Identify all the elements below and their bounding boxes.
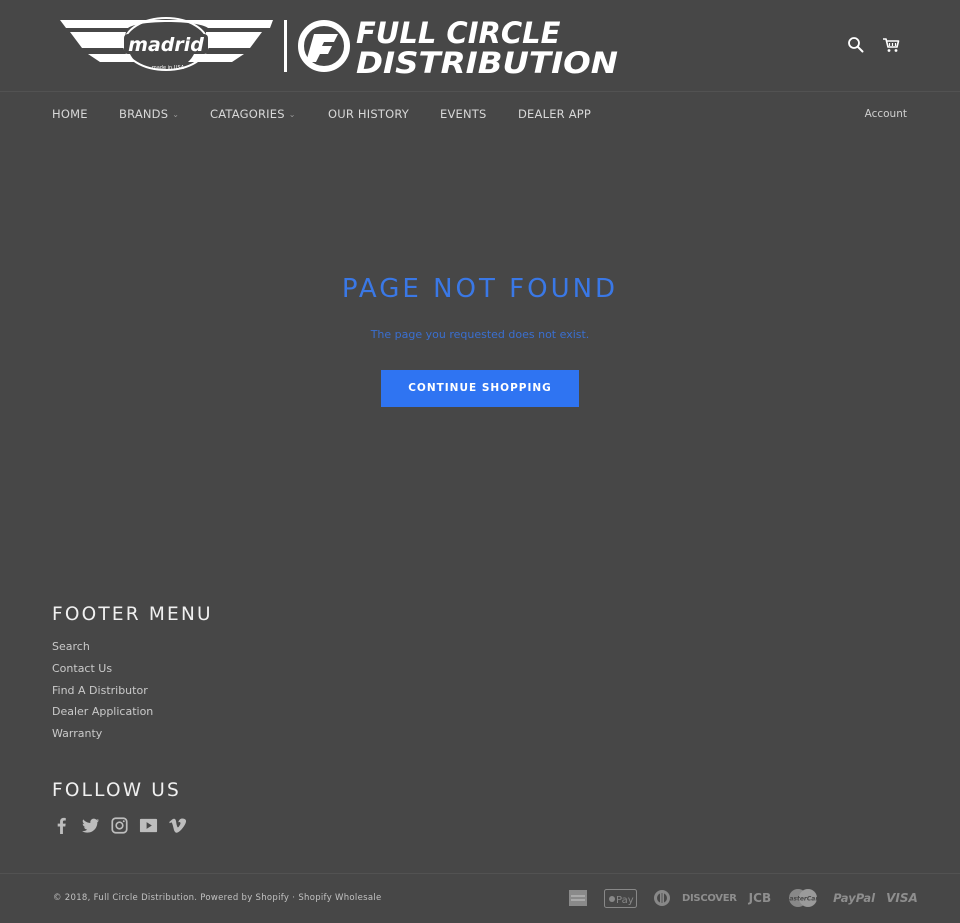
facebook-icon[interactable] [52,816,71,835]
twitter-icon[interactable] [81,816,100,835]
madrid-wordmark: madrid [128,34,204,56]
logo-line2: DISTRIBUTION [356,46,618,78]
page-title: PAGE NOT FOUND [341,274,619,304]
page-subtitle: The page you requested does not exist. [370,328,590,341]
mastercard-icon: MasterCard [787,889,819,907]
account-link[interactable]: Account [865,108,907,120]
apple-pay-icon: Pay [604,888,637,908]
copyright-prefix: © 2018, [53,893,91,903]
separator: · [292,893,296,903]
nav-label: EVENTS [440,107,487,121]
diners-club-icon [654,890,670,906]
instagram-icon[interactable] [110,816,129,835]
shopify-wholesale-link[interactable]: Shopify Wholesale [298,893,381,903]
nav-item-events[interactable]: EVENTS [440,107,487,121]
jcb-icon: JCB [748,891,772,905]
discover-icon: DISCOVER [682,892,737,904]
nav-label: DEALER APP [518,107,592,121]
footer-menu-title: FOOTER MENU [52,604,213,625]
footer-link-dealer-application[interactable]: Dealer Application [52,705,153,727]
continue-shopping-button[interactable]: CONTINUE SHOPPING [381,370,579,407]
vimeo-icon[interactable] [168,816,187,835]
logo-divider [284,20,287,72]
nav-label: HOME [52,107,88,121]
footer-divider [0,873,960,874]
social-links [52,816,187,835]
apple-pay-label: Pay [616,895,634,906]
footer-link-find-a-distributor[interactable]: Find A Distributor [52,684,153,706]
footer-link-search[interactable]: Search [52,640,153,662]
nav-label: BRANDS [119,107,169,121]
nav-item-dealer-app[interactable]: DEALER APP [518,107,591,121]
nav-label: CATAGORIES [210,107,285,121]
not-found-section: PAGE NOT FOUND The page you requested do… [0,270,960,407]
nav-label: OUR HISTORY [328,107,410,121]
nav-item-catagories[interactable]: CATAGORIES ⌄ [210,107,296,121]
company-link[interactable]: Full Circle Distribution [94,893,195,903]
chevron-down-icon: ⌄ [172,110,180,119]
site-header: madrid made in USA FULL CIRCLE DISTRIBUT… [0,0,960,92]
logo-line1: FULL CIRCLE [356,16,561,50]
main-nav: HOME BRANDS ⌄ CATAGORIES ⌄ OUR HISTORY EVE… [0,93,960,135]
nav-item-brands[interactable]: BRANDS ⌄ [119,107,179,121]
nav-item-home[interactable]: HOME [52,107,88,121]
chevron-down-icon: ⌄ [288,110,296,119]
mastercard-label: MasterCard [787,896,819,903]
copyright: © 2018, Full Circle Distribution. Powere… [53,893,382,903]
footer-menu: Search Contact Us Find A Distributor Dea… [52,640,153,749]
f-mark-icon [306,34,338,62]
payment-icons: Pay DISCOVER JCB MasterCard PayPal VISA [568,887,918,909]
cart-icon[interactable] [882,36,900,54]
follow-us-title: FOLLOW US [52,780,181,801]
youtube-icon[interactable] [139,816,158,835]
paypal-icon: PayPal [833,891,876,905]
powered-by-shopify-link[interactable]: Powered by Shopify [200,893,289,903]
footer-link-contact-us[interactable]: Contact Us [52,662,153,684]
site-logo[interactable]: madrid made in USA FULL CIRCLE DISTRIBUT… [58,14,620,78]
footer-link-warranty[interactable]: Warranty [52,727,153,749]
search-icon[interactable] [847,36,865,54]
nav-item-our-history[interactable]: OUR HISTORY [328,107,409,121]
amex-icon [569,890,587,906]
visa-icon: VISA [886,891,918,905]
made-in-usa-text: made in USA [152,65,185,71]
